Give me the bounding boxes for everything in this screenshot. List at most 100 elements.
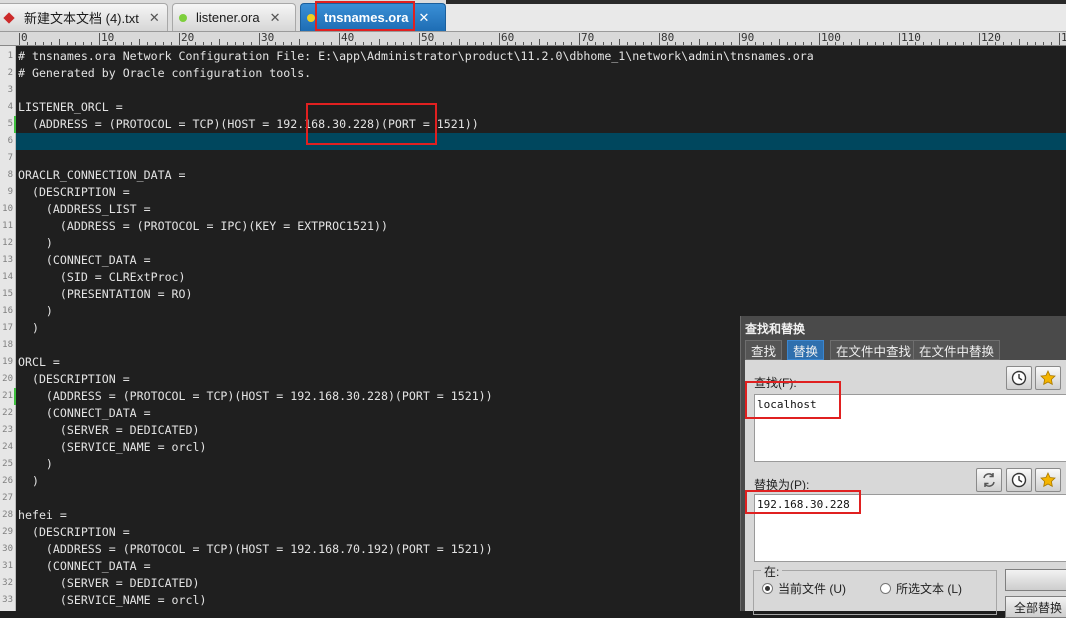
ruler-minor-tick	[947, 42, 948, 45]
line-number: 28	[2, 510, 13, 520]
ruler-minor-tick	[139, 39, 140, 45]
ruler-tick	[339, 33, 340, 45]
code-line[interactable]: (ADDRESS = (PROTOCOL = IPC)(KEY = EXTPRO…	[18, 218, 388, 235]
ruler-minor-tick	[235, 42, 236, 45]
ruler-number: 110	[901, 32, 921, 44]
ruler-minor-tick	[91, 42, 92, 45]
ruler-minor-tick	[411, 42, 412, 45]
ruler-minor-tick	[539, 39, 540, 45]
scope-selection-radio[interactable]: 所选文本 (L)	[880, 580, 962, 597]
tab-listener-ora[interactable]: listener.ora ✕	[172, 3, 296, 31]
ruler-minor-tick	[395, 42, 396, 45]
ruler-tick	[819, 33, 820, 45]
line-number: 15	[2, 289, 13, 299]
find-input[interactable]: localhost	[754, 394, 1066, 462]
modified-diamond-icon	[3, 11, 15, 24]
code-line[interactable]: (DESCRIPTION =	[18, 524, 130, 541]
ruler-minor-tick	[163, 42, 164, 45]
swap-button[interactable]	[976, 468, 1002, 492]
code-line[interactable]: )	[18, 320, 39, 337]
tab-label: listener.ora	[196, 10, 260, 25]
code-line[interactable]: (ADDRESS = (PROTOCOL = TCP)(HOST = 192.1…	[18, 116, 479, 133]
code-line[interactable]: (ADDRESS = (PROTOCOL = TCP)(HOST = 192.1…	[18, 388, 493, 405]
code-line[interactable]: (PRESENTATION = RO)	[18, 286, 193, 303]
code-line[interactable]: (CONNECT_DATA =	[18, 405, 151, 422]
code-line[interactable]: (DESCRIPTION =	[18, 371, 130, 388]
line-number: 1	[7, 51, 13, 61]
ruler-minor-tick	[523, 42, 524, 45]
code-line[interactable]: )	[18, 456, 53, 473]
ruler-tick	[579, 33, 580, 45]
status-dot-icon	[179, 13, 187, 22]
tab-find[interactable]: 查找	[745, 340, 783, 360]
code-line[interactable]: )	[18, 235, 53, 252]
ruler-tick	[899, 33, 900, 45]
close-icon[interactable]: ✕	[419, 10, 430, 26]
code-line[interactable]: (SID = CLRExtProc)	[18, 269, 186, 286]
line-number: 14	[2, 272, 13, 282]
code-line[interactable]: (SERVICE_NAME = orcl)	[18, 439, 207, 456]
code-line[interactable]: (SERVICE_NAME = orcl)	[18, 592, 207, 609]
tab-bar: 新建文本文档 (4).txt ✕ listener.ora ✕ tnsnames…	[0, 0, 1066, 32]
tab-find-in-files[interactable]: 在文件中查找	[830, 340, 918, 360]
code-line[interactable]: (CONNECT_DATA =	[18, 558, 151, 575]
line-number: 24	[2, 442, 13, 452]
ruler-minor-tick	[435, 42, 436, 45]
code-line[interactable]: )	[18, 303, 53, 320]
ruler-minor-tick	[59, 39, 60, 45]
ruler-tick	[1059, 33, 1060, 45]
replace-input[interactable]: 192.168.30.228	[754, 494, 1066, 562]
ruler-minor-tick	[867, 42, 868, 45]
code-line[interactable]: # tnsnames.ora Network Configuration Fil…	[18, 48, 814, 65]
history-button[interactable]	[1006, 366, 1032, 390]
tab-replace[interactable]: 替换	[787, 340, 825, 360]
line-number: 9	[7, 187, 13, 197]
code-line[interactable]: (DESCRIPTION =	[18, 184, 130, 201]
ruler-minor-tick	[683, 42, 684, 45]
favorites-button[interactable]	[1035, 366, 1061, 390]
ruler-minor-tick	[379, 39, 380, 45]
code-line[interactable]: (SERVER = DEDICATED)	[18, 575, 200, 592]
ruler-minor-tick	[531, 42, 532, 45]
close-icon[interactable]: ✕	[270, 10, 281, 26]
replace-history-button[interactable]	[1006, 468, 1032, 492]
ruler-minor-tick	[323, 42, 324, 45]
ruler-minor-tick	[987, 42, 988, 45]
replace-favorites-button[interactable]	[1035, 468, 1061, 492]
ruler-minor-tick	[891, 42, 892, 45]
line-number: 33	[2, 595, 13, 605]
ruler-minor-tick	[627, 42, 628, 45]
radio-selected-icon	[762, 583, 773, 594]
ruler-minor-tick	[315, 42, 316, 45]
scope-current-file-radio[interactable]: 当前文件 (U)	[762, 580, 846, 597]
replace-label: 替换为(P):	[754, 478, 810, 492]
code-line[interactable]: ORACLR_CONNECTION_DATA =	[18, 167, 186, 184]
tab-replace-in-files[interactable]: 在文件中替换	[913, 340, 1001, 360]
code-line[interactable]: (ADDRESS = (PROTOCOL = TCP)(HOST = 192.1…	[18, 541, 493, 558]
tab-tnsnames-ora[interactable]: tnsnames.ora ✕	[300, 3, 446, 31]
ruler-minor-tick	[51, 42, 52, 45]
code-line[interactable]: )	[18, 473, 39, 490]
ruler-minor-tick	[563, 42, 564, 45]
panel-title: 查找和替换	[745, 322, 806, 336]
ruler-minor-tick	[299, 39, 300, 45]
ruler-minor-tick	[747, 42, 748, 45]
star-icon	[1040, 370, 1056, 386]
code-line[interactable]: (SERVER = DEDICATED)	[18, 422, 200, 439]
code-line[interactable]: LISTENER_ORCL =	[18, 99, 123, 116]
close-icon[interactable]: ✕	[149, 10, 160, 26]
action-button[interactable]	[1005, 569, 1066, 591]
ruler-minor-tick	[371, 42, 372, 45]
code-line[interactable]: (ADDRESS_LIST =	[18, 201, 151, 218]
ruler-minor-tick	[787, 42, 788, 45]
ruler-minor-tick	[1051, 42, 1052, 45]
code-line[interactable]: (CONNECT_DATA =	[18, 252, 151, 269]
tab-new-text-document[interactable]: 新建文本文档 (4).txt ✕	[0, 3, 168, 31]
code-line[interactable]: # Generated by Oracle configuration tool…	[18, 65, 311, 82]
code-line[interactable]: hefei =	[18, 507, 67, 524]
line-number: 4	[7, 102, 13, 112]
ruler-minor-tick	[755, 42, 756, 45]
code-line[interactable]: ORCL =	[18, 354, 60, 371]
replace-all-button[interactable]: 全部替换	[1005, 596, 1066, 618]
ruler-minor-tick	[75, 42, 76, 45]
